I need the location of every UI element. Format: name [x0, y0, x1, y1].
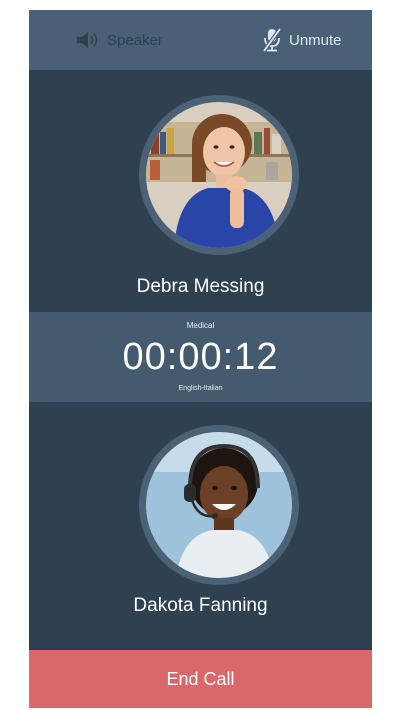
call-screen: Speaker Unmute Debra Messing Medical 00:…	[29, 10, 372, 708]
unmute-button[interactable]: Unmute	[261, 10, 342, 70]
speaker-icon	[75, 30, 101, 50]
participant-1-avatar	[146, 102, 292, 248]
call-languages: English-Italian	[178, 385, 223, 392]
speaker-label: Speaker	[107, 31, 163, 49]
participant-1-avatar-ring	[139, 95, 299, 255]
unmute-label: Unmute	[289, 31, 342, 49]
participant-2-avatar-ring	[139, 425, 299, 585]
participant-2-name: Dakota Fanning	[133, 595, 268, 616]
call-controls-bar: Speaker Unmute	[29, 10, 372, 70]
call-timer: 00:00:12	[122, 336, 279, 378]
participant-2-avatar	[146, 432, 292, 578]
call-category: Medical	[186, 321, 215, 330]
microphone-muted-icon	[261, 27, 283, 53]
participant-1-name: Debra Messing	[136, 276, 265, 297]
end-call-button[interactable]: End Call	[29, 650, 372, 708]
speaker-button[interactable]: Speaker	[75, 10, 163, 70]
end-call-label: End Call	[166, 668, 235, 689]
call-info-band: Medical 00:00:12 English-Italian	[29, 312, 372, 402]
